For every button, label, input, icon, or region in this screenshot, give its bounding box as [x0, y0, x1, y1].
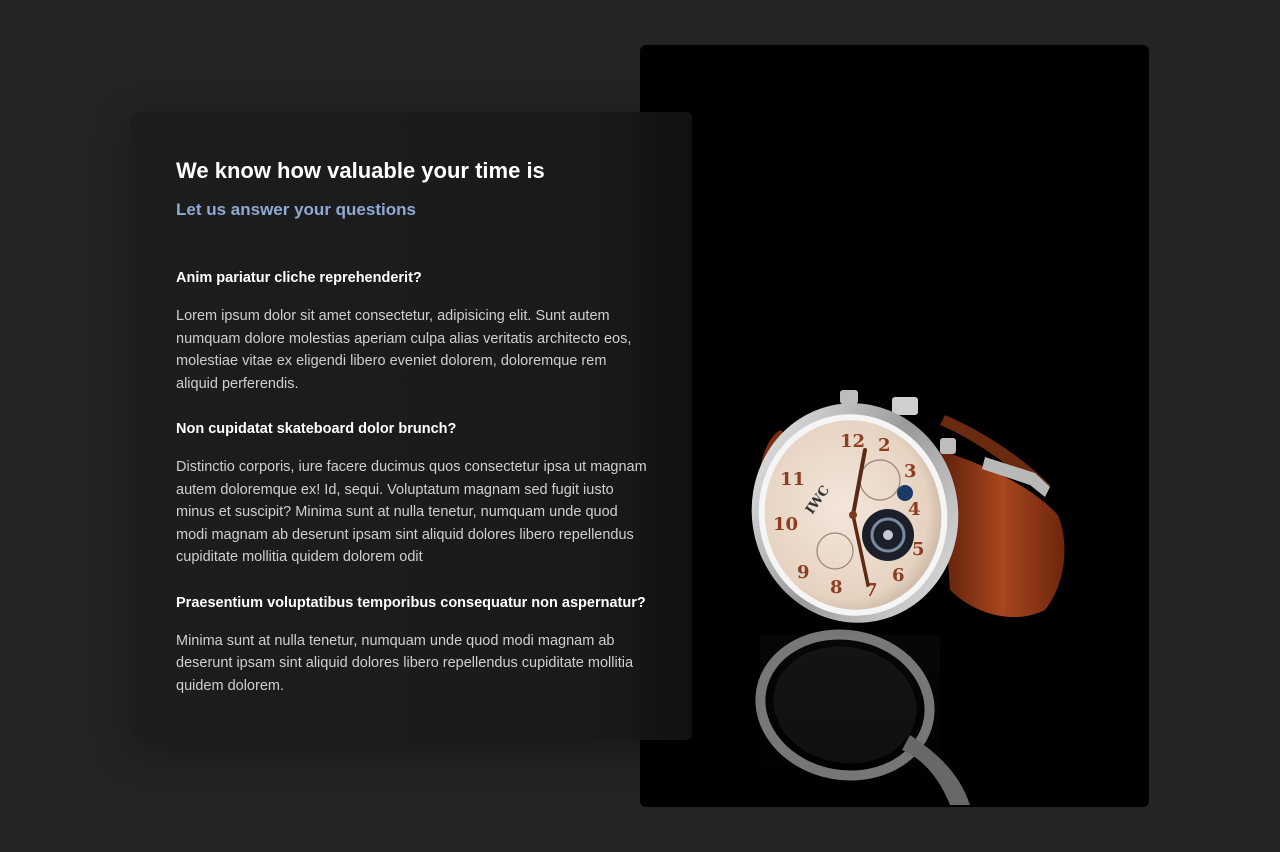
- faq-question: Praesentium voluptatibus temporibus cons…: [176, 594, 646, 611]
- faq-question: Non cupidatat skateboard dolor brunch?: [176, 421, 457, 437]
- faq-list: Anim pariatur cliche reprehenderit? Lore…: [176, 268, 647, 697]
- watch-illustration: 12 2 3 4 5 6 7 8 9 10 11 IWC: [751, 390, 1065, 807]
- faq-item: Praesentium voluptatibus temporibus cons…: [176, 593, 647, 698]
- faq-card: We know how valuable your time is Let us…: [131, 112, 692, 740]
- svg-text:2: 2: [878, 435, 891, 456]
- svg-text:5: 5: [912, 539, 925, 560]
- faq-answer: Minima sunt at nulla tenetur, numquam un…: [176, 632, 634, 694]
- faq-subtitle: Let us answer your questions: [176, 200, 416, 219]
- svg-text:11: 11: [780, 469, 805, 490]
- watch-reflection: [755, 629, 970, 807]
- svg-text:12: 12: [840, 431, 865, 452]
- svg-text:9: 9: [797, 562, 810, 583]
- faq-item: Non cupidatat skateboard dolor brunch? D…: [176, 419, 647, 569]
- faq-item: Anim pariatur cliche reprehenderit? Lore…: [176, 268, 647, 395]
- watch-photo: 12 2 3 4 5 6 7 8 9 10 11 IWC: [640, 45, 1149, 807]
- svg-text:10: 10: [773, 514, 798, 535]
- svg-text:3: 3: [904, 461, 917, 482]
- pusher-top: [840, 390, 858, 404]
- pusher-right: [940, 438, 956, 454]
- faq-answer: Distinctio corporis, iure facere ducimus…: [176, 459, 647, 565]
- faq-answer: Lorem ipsum dolor sit amet consectetur, …: [176, 308, 632, 392]
- crown: [892, 397, 918, 415]
- faq-section: 12 2 3 4 5 6 7 8 9 10 11 IWC We know how…: [0, 0, 1280, 852]
- svg-text:6: 6: [892, 565, 905, 586]
- faq-question: Anim pariatur cliche reprehenderit?: [176, 270, 422, 286]
- svg-text:4: 4: [908, 499, 921, 520]
- svg-text:8: 8: [830, 577, 843, 598]
- faq-title: We know how valuable your time is: [176, 158, 545, 183]
